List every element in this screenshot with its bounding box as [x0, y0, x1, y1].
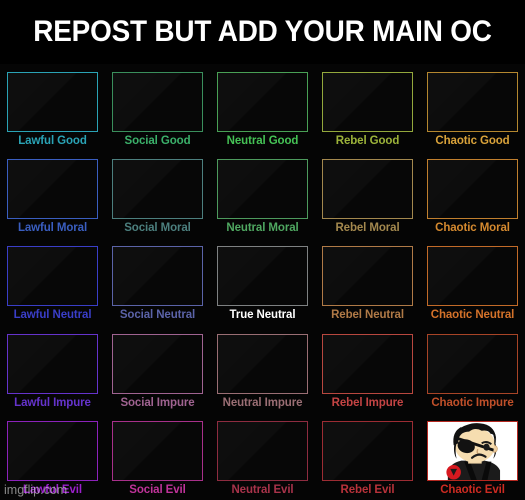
imgflip-watermark: imgflip.com: [4, 483, 68, 497]
alignment-cell-box[interactable]: [322, 420, 413, 481]
alignment-cell-label: Rebel Good: [335, 135, 400, 147]
alignment-cell-box[interactable]: [7, 420, 98, 481]
alignment-cell-label: Chaotic Evil: [440, 483, 505, 496]
alignment-cell-box[interactable]: [322, 159, 413, 220]
alignment-cell-label: Lawful Impure: [14, 396, 91, 409]
alignment-cell-label: Rebel Moral: [335, 222, 400, 235]
alignment-cell[interactable]: Rebel Good: [315, 64, 420, 151]
alignment-cell[interactable]: Social Good: [105, 64, 210, 151]
alignment-cell-label: Neutral Moral: [226, 222, 299, 235]
alignment-cell-label: Chaotic Moral: [435, 222, 510, 235]
oc-character-eyepatch: [428, 421, 517, 480]
alignment-cell[interactable]: Social Impure: [105, 326, 210, 413]
alignment-cell[interactable]: Lawful Good: [0, 64, 105, 151]
alignment-cell-box[interactable]: [217, 159, 308, 220]
alignment-cell[interactable]: Rebel Evil: [315, 413, 420, 500]
alignment-cell-box[interactable]: [217, 333, 308, 394]
alignment-cell-box[interactable]: [427, 72, 518, 132]
alignment-cell[interactable]: Neutral Good: [210, 64, 315, 151]
alignment-cell-box[interactable]: [427, 159, 518, 220]
alignment-cell-box[interactable]: [322, 72, 413, 132]
alignment-cell[interactable]: Chaotic Good: [420, 64, 525, 151]
alignment-cell-box[interactable]: [322, 246, 413, 307]
alignment-cell[interactable]: Rebel Impure: [315, 326, 420, 413]
alignment-cell-box[interactable]: [7, 333, 98, 394]
alignment-cell-label: Social Neutral: [119, 309, 196, 322]
alignment-cell-box[interactable]: [112, 246, 203, 307]
alignment-cell[interactable]: Chaotic Neutral: [420, 238, 525, 325]
alignment-cell[interactable]: Chaotic Moral: [420, 151, 525, 238]
alignment-cell-box[interactable]: [427, 420, 518, 481]
alignment-cell-box[interactable]: [112, 333, 203, 394]
alignment-cell-box[interactable]: [217, 246, 308, 307]
alignment-cell[interactable]: Neutral Moral: [210, 151, 315, 238]
alignment-cell[interactable]: Social Neutral: [105, 238, 210, 325]
alignment-cell-label: Rebel Neutral: [331, 309, 404, 322]
alignment-cell[interactable]: Rebel Moral: [315, 151, 420, 238]
alignment-cell[interactable]: Rebel Neutral: [315, 238, 420, 325]
alignment-cell-box[interactable]: [7, 246, 98, 307]
alignment-cell-label: Neutral Good: [226, 135, 299, 147]
alignment-cell-box[interactable]: [217, 420, 308, 481]
alignment-cell[interactable]: Neutral Impure: [210, 326, 315, 413]
alignment-cell-label: Social Evil: [129, 483, 186, 496]
alignment-cell-label: True Neutral: [229, 309, 296, 322]
alignment-cell-label: Lawful Good: [18, 135, 87, 147]
alignment-cell[interactable]: Neutral Evil: [210, 413, 315, 500]
title-banner: REPOST BUT ADD YOUR MAIN OC: [0, 0, 525, 64]
alignment-cell-label: Chaotic Neutral: [430, 309, 515, 322]
alignment-cell-label: Neutral Evil: [231, 483, 294, 496]
alignment-cell-box[interactable]: [112, 72, 203, 132]
alignment-cell[interactable]: True Neutral: [210, 238, 315, 325]
alignment-cell[interactable]: Lawful Moral: [0, 151, 105, 238]
alignment-cell-box[interactable]: [7, 72, 98, 132]
alignment-cell-box[interactable]: [112, 159, 203, 220]
alignment-chart-grid: Lawful Good Social Good Neutral Good Rebel …: [0, 64, 525, 500]
alignment-cell-label: Lawful Neutral: [13, 309, 92, 322]
alignment-cell[interactable]: Chaotic Evil: [420, 413, 525, 500]
alignment-cell-label: Rebel Impure: [331, 396, 404, 409]
alignment-cell-box[interactable]: [112, 420, 203, 481]
alignment-cell-label: Lawful Moral: [17, 222, 88, 235]
alignment-cell-label: Rebel Evil: [340, 483, 395, 496]
alignment-cell-label: Neutral Impure: [222, 396, 303, 409]
alignment-cell-box[interactable]: [7, 159, 98, 220]
alignment-cell[interactable]: Social Moral: [105, 151, 210, 238]
alignment-cell[interactable]: Lawful Neutral: [0, 238, 105, 325]
alignment-cell[interactable]: Chaotic Impure: [420, 326, 525, 413]
alignment-cell-box[interactable]: [322, 333, 413, 394]
alignment-cell-label: Social Moral: [124, 222, 191, 235]
alignment-cell-label: Chaotic Good: [435, 135, 510, 147]
alignment-cell[interactable]: Lawful Impure: [0, 326, 105, 413]
alignment-cell-box[interactable]: [427, 333, 518, 394]
alignment-cell-box[interactable]: [217, 72, 308, 132]
alignment-cell-label: Social Good: [124, 135, 191, 147]
alignment-cell-box[interactable]: [427, 246, 518, 307]
alignment-cell-label: Chaotic Impure: [431, 396, 514, 409]
page-title: REPOST BUT ADD YOUR MAIN OC: [33, 15, 492, 48]
alignment-cell-label: Social Impure: [120, 396, 195, 409]
alignment-cell[interactable]: Social Evil: [105, 413, 210, 500]
